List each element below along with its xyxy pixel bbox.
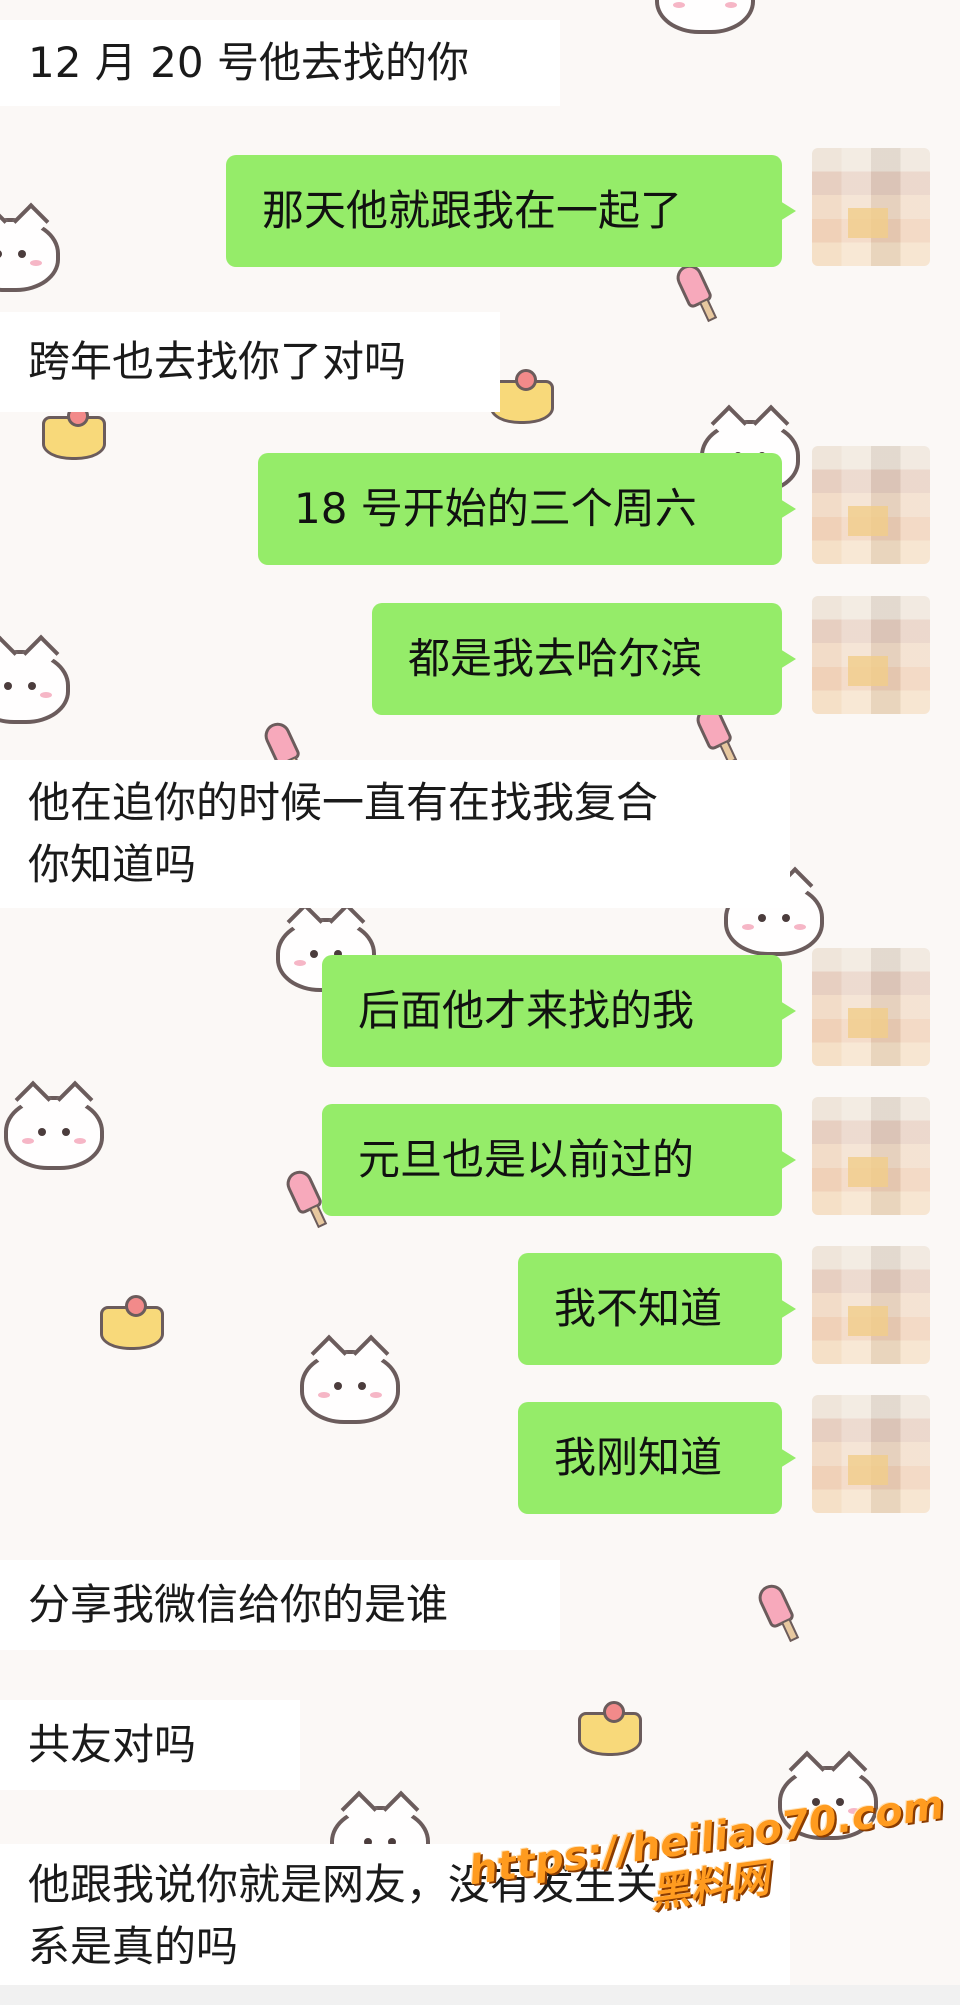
incoming-message[interactable]: 分享我微信给你的是谁: [0, 1560, 560, 1650]
avatar-icon[interactable]: [812, 948, 930, 1066]
bottom-bar: [0, 1985, 960, 2005]
outgoing-message[interactable]: 元旦也是以前过的: [322, 1104, 796, 1216]
incoming-message[interactable]: 共友对吗: [0, 1700, 300, 1790]
message-text: 他在追你的时候一直有在找我复合: [28, 778, 659, 827]
outgoing-message[interactable]: 都是我去哈尔滨: [372, 603, 796, 715]
message-text: 都是我去哈尔滨: [408, 634, 703, 683]
outgoing-message[interactable]: 18 号开始的三个周六: [258, 453, 796, 565]
message-text: 我刚知道: [554, 1433, 723, 1482]
message-text: 12 月 20 号他去找的你: [28, 38, 469, 87]
message-text: 你知道吗: [28, 840, 197, 889]
message-text: 跨年也去找你了对吗: [28, 337, 407, 386]
message-text: 分享我微信给你的是谁: [28, 1580, 449, 1629]
pudding-sticker-icon: [100, 1295, 164, 1350]
incoming-message[interactable]: 跨年也去找你了对吗: [0, 312, 500, 412]
message-text: 我不知道: [554, 1284, 723, 1333]
pudding-sticker-icon: [578, 1701, 642, 1756]
pudding-sticker-icon: [42, 405, 106, 460]
avatar-icon[interactable]: [812, 148, 930, 266]
message-text: 18 号开始的三个周六: [294, 484, 697, 533]
cat-sticker-icon: [300, 1350, 400, 1424]
message-text: 那天他就跟我在一起了: [262, 186, 683, 235]
avatar-icon[interactable]: [812, 1395, 930, 1513]
outgoing-message[interactable]: 那天他就跟我在一起了: [226, 155, 796, 267]
chat-area[interactable]: 12 月 20 号他去找的你 那天他就跟我在一起了 跨年也去找你了对吗 18 号…: [0, 0, 960, 2005]
cat-sticker-icon: [4, 1096, 104, 1170]
message-text: 共友对吗: [28, 1720, 197, 1769]
popsicle-sticker-icon: [754, 1580, 796, 1630]
message-text: 后面他才来找的我: [358, 986, 695, 1035]
popsicle-sticker-icon: [672, 260, 714, 310]
incoming-message[interactable]: 他在追你的时候一直有在找我复合 你知道吗: [0, 760, 790, 908]
incoming-message[interactable]: 12 月 20 号他去找的你: [0, 20, 560, 106]
outgoing-message[interactable]: 我不知道: [518, 1253, 796, 1365]
cat-sticker-icon: [0, 650, 70, 724]
avatar-icon[interactable]: [812, 446, 930, 564]
avatar-icon[interactable]: [812, 596, 930, 714]
popsicle-sticker-icon: [282, 1166, 324, 1216]
outgoing-message[interactable]: 后面他才来找的我: [322, 955, 796, 1067]
cat-sticker-icon: [655, 0, 755, 34]
message-text: 元旦也是以前过的: [358, 1135, 695, 1184]
cat-sticker-icon: [0, 218, 60, 292]
outgoing-message[interactable]: 我刚知道: [518, 1402, 796, 1514]
avatar-icon[interactable]: [812, 1246, 930, 1364]
avatar-icon[interactable]: [812, 1097, 930, 1215]
